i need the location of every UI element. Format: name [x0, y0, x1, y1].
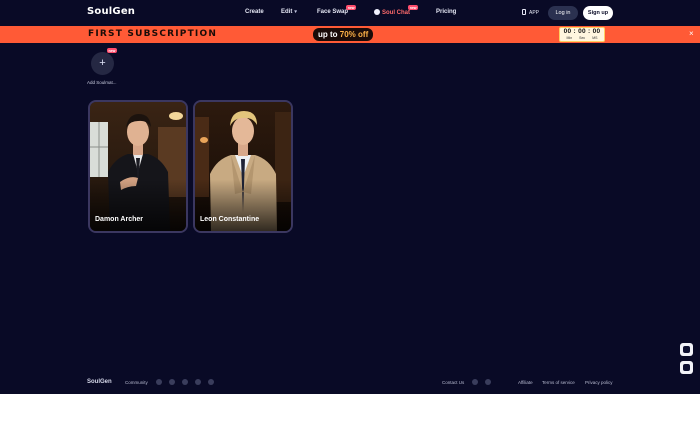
nav-create[interactable]: Create [245, 9, 264, 15]
twitter-icon[interactable] [195, 379, 201, 385]
nav-soul-chat-label: Soul Chat [382, 10, 410, 16]
new-badge: new [107, 48, 117, 53]
card-name: Leon Constantine [200, 216, 260, 223]
footer-terms[interactable]: Terms of service [542, 380, 575, 385]
footer-logo[interactable]: SoulGen [87, 379, 112, 385]
timer-units: Min Sec MS [560, 36, 604, 41]
new-badge: new [346, 5, 357, 10]
promo-offer: up to 70% off [313, 28, 374, 41]
footer-community-label: Community [125, 380, 148, 385]
youtube-icon[interactable] [208, 379, 214, 385]
email-icon[interactable] [472, 379, 478, 385]
footer-affiliate[interactable]: Affiliate [518, 380, 533, 385]
app-download-link[interactable]: APP [522, 9, 539, 16]
discord-icon[interactable] [485, 379, 491, 385]
chevron-down-icon: ▾ [294, 9, 297, 15]
damon-archer-portrait [90, 102, 186, 231]
timer-unit-sec: Sec [579, 36, 586, 40]
nav-edit[interactable]: Edit ▾ [281, 9, 297, 15]
chat-bubble-icon [683, 364, 690, 371]
login-button[interactable]: Log in [548, 6, 578, 20]
logo[interactable]: SoulGen [87, 6, 135, 17]
instagram-icon[interactable] [156, 379, 162, 385]
top-nav-bar: SoulGen Create Edit ▾ Face Swap new Soul … [0, 0, 700, 26]
tiktok-icon[interactable] [182, 379, 188, 385]
promo-banner[interactable]: FIRST SUBSCRIPTION up to 70% off 00 : 00… [0, 26, 700, 43]
nav-pricing[interactable]: Pricing [436, 9, 456, 15]
app-label: APP [529, 10, 540, 16]
new-badge: new [408, 5, 418, 10]
footer-contact-us[interactable]: Contact Us [442, 380, 464, 385]
nav-edit-label: Edit [281, 9, 293, 15]
add-soulmate-label: Add Soulmat... [87, 80, 117, 85]
close-icon[interactable]: × [689, 29, 694, 38]
chat-icon [374, 9, 380, 15]
footer-privacy[interactable]: Privacy policy [585, 380, 613, 385]
countdown-timer: 00 : 00 : 00 Min Sec MS [559, 27, 605, 42]
soulmate-card-damon-archer[interactable]: Damon Archer [88, 100, 188, 233]
timer-unit-min: Min [566, 36, 573, 40]
nav-face-swap[interactable]: Face Swap new [317, 5, 357, 15]
timer-unit-ms: MS [592, 36, 598, 40]
timer-digits: 00 : 00 : 00 [563, 28, 601, 35]
add-soulmate-button[interactable]: + [91, 52, 114, 75]
soulmate-card-leon-constantine[interactable]: Leon Constantine [193, 100, 293, 233]
footer: SoulGen Community Contact Us Affiliate T… [0, 374, 700, 394]
robot-icon [683, 346, 690, 353]
phone-icon [522, 9, 526, 15]
nav-face-swap-label: Face Swap [317, 9, 349, 15]
assistant-widget-button[interactable] [680, 343, 693, 356]
nav-soul-chat[interactable]: Soul Chat new [374, 5, 418, 16]
promo-title: FIRST SUBSCRIPTION [88, 29, 218, 39]
signup-button[interactable]: Sign up [583, 6, 613, 20]
app-root: SoulGen Create Edit ▾ Face Swap new Soul … [0, 0, 700, 394]
promo-offer-value: 70% off [339, 30, 369, 39]
leon-constantine-portrait [195, 102, 291, 231]
chat-widget-button[interactable] [680, 361, 693, 374]
card-name: Damon Archer [95, 216, 143, 223]
facebook-icon[interactable] [169, 379, 175, 385]
promo-offer-prefix: up to [318, 30, 340, 39]
